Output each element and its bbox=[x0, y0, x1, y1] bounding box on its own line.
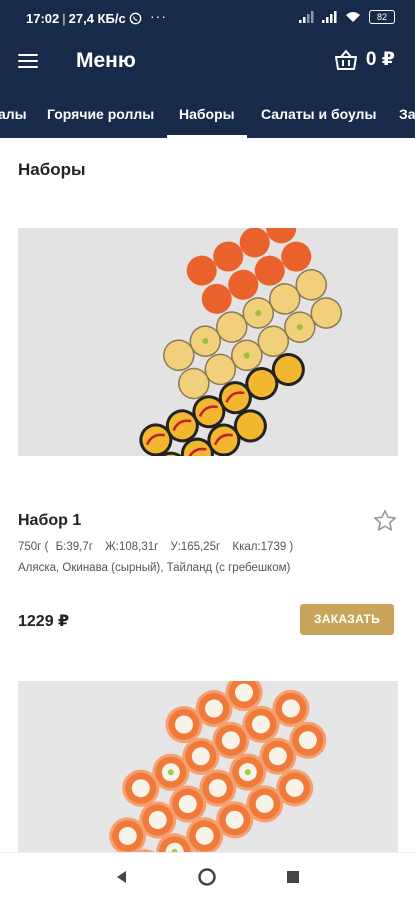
product-price: 1229 ₽ bbox=[18, 613, 70, 630]
page-title: Меню bbox=[76, 49, 136, 72]
wifi-icon bbox=[346, 12, 360, 22]
status-right: 82 bbox=[299, 10, 395, 24]
sushi-set-photo bbox=[18, 681, 398, 852]
star-icon[interactable] bbox=[372, 508, 398, 534]
status-separator: | bbox=[62, 11, 66, 26]
cart-button[interactable]: 0 ₽ bbox=[334, 48, 395, 71]
home-icon[interactable] bbox=[195, 865, 219, 889]
product-image[interactable] bbox=[18, 228, 398, 456]
recents-icon[interactable] bbox=[281, 865, 305, 889]
back-icon[interactable] bbox=[110, 865, 134, 889]
sushi-set-photo bbox=[18, 228, 398, 456]
category-tabs: алы Горячие роллы Наборы Салаты и боулы … bbox=[0, 90, 415, 138]
product-nutrition: 750г ( Б:39,7г Ж:108,31г У:165,25г Ккал:… bbox=[18, 541, 302, 553]
product-weight: 750г ( bbox=[18, 541, 49, 553]
product-proteins: Б:39,7г bbox=[55, 541, 93, 553]
tab-sets[interactable]: Наборы bbox=[167, 90, 247, 138]
product-name[interactable]: Набор 1 bbox=[18, 512, 81, 530]
tab-salads-bowls[interactable]: Салаты и боулы bbox=[261, 90, 376, 138]
tab-hot-rolls[interactable]: Горячие роллы bbox=[47, 90, 154, 138]
product-fats: Ж:108,31г bbox=[105, 541, 159, 553]
status-more-dots: ··· bbox=[150, 8, 167, 24]
status-left: 17:02 | 27,4 КБ/с bbox=[26, 11, 142, 26]
app-bar: Меню 0 ₽ bbox=[0, 36, 415, 90]
product-image[interactable] bbox=[18, 681, 398, 852]
tab-next-partial[interactable]: За bbox=[399, 90, 415, 138]
product-kcal: Ккал:1739 ) bbox=[232, 541, 294, 553]
battery-icon: 82 bbox=[369, 10, 395, 24]
tab-rolls-partial[interactable]: алы bbox=[0, 90, 27, 138]
product-carbs: У:165,25г bbox=[170, 541, 221, 553]
hamburger-menu-icon[interactable] bbox=[18, 50, 42, 74]
order-button[interactable]: ЗАКАЗАТЬ bbox=[300, 604, 394, 635]
status-speed: 27,4 КБ/с bbox=[68, 11, 126, 26]
section-title: Наборы bbox=[18, 160, 86, 179]
cart-total: 0 ₽ bbox=[365, 49, 395, 70]
whatsapp-icon bbox=[129, 12, 142, 25]
status-bar: 17:02 | 27,4 КБ/с ··· 82 bbox=[0, 0, 415, 36]
app-screen: 17:02 | 27,4 КБ/с ··· 82 Меню 0 ₽ алы Го… bbox=[0, 0, 415, 900]
system-nav-bar bbox=[0, 852, 415, 900]
battery-level: 82 bbox=[376, 12, 387, 22]
basket-icon bbox=[334, 48, 357, 70]
product-composition: Аляска, Окинава (сырный), Тайланд (с гре… bbox=[18, 562, 291, 574]
signal-icon bbox=[299, 11, 314, 23]
signal-icon bbox=[322, 11, 337, 23]
status-time: 17:02 bbox=[26, 11, 60, 26]
